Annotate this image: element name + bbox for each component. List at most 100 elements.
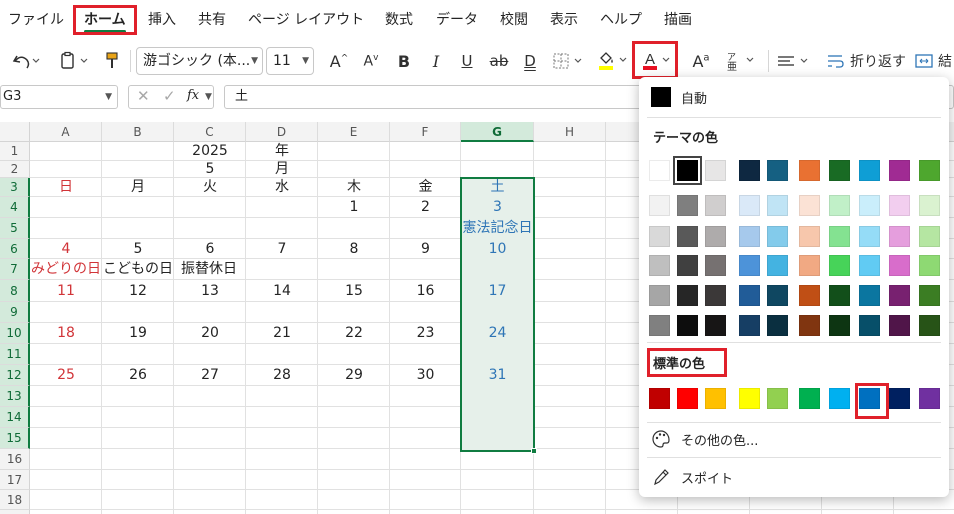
paste-button[interactable] — [54, 48, 94, 74]
automatic-color-item[interactable]: 自動 — [651, 87, 707, 107]
theme-shade-swatch[interactable] — [649, 195, 670, 216]
standard-color-swatch[interactable] — [889, 388, 910, 409]
theme-color-swatch[interactable] — [739, 160, 760, 181]
cell-f8[interactable]: 16 — [390, 280, 461, 302]
theme-shade-swatch[interactable] — [919, 255, 940, 276]
cell-b6[interactable]: 5 — [102, 239, 174, 259]
menu-page-layout[interactable]: ページ レイアウト — [248, 8, 364, 34]
standard-color-swatch[interactable] — [739, 388, 760, 409]
row-header-10[interactable]: 10 — [0, 323, 30, 344]
menu-home[interactable]: ホーム — [75, 8, 135, 34]
strikethrough-button[interactable]: ab — [486, 48, 512, 74]
bold-button[interactable]: B — [392, 48, 416, 74]
fill-handle[interactable] — [531, 448, 537, 454]
cell-c1[interactable]: 2025 — [174, 142, 246, 161]
cell-f4[interactable]: 2 — [390, 197, 461, 218]
row-header-16[interactable]: 16 — [0, 449, 30, 470]
cell-d1[interactable]: 年 — [246, 142, 318, 161]
column-header-g[interactable]: G — [461, 122, 534, 142]
row-header-5[interactable]: 5 — [0, 218, 30, 239]
menu-file[interactable]: ファイル — [8, 8, 64, 34]
cell-a3[interactable]: 日 — [30, 178, 102, 197]
font-color-button[interactable]: A — [638, 48, 674, 74]
name-box[interactable]: G3 ▼ — [0, 85, 118, 109]
cell-e10[interactable]: 22 — [318, 323, 390, 344]
cell-c7[interactable]: 振替休日 — [174, 259, 246, 280]
theme-shade-swatch[interactable] — [767, 315, 788, 336]
row-header-18[interactable]: 18 — [0, 490, 30, 510]
theme-shade-swatch[interactable] — [919, 315, 940, 336]
select-all-corner[interactable] — [0, 122, 30, 142]
theme-shade-swatch[interactable] — [829, 226, 850, 247]
theme-shade-swatch[interactable] — [799, 255, 820, 276]
column-header-e[interactable]: E — [318, 122, 390, 142]
cell-c10[interactable]: 20 — [174, 323, 246, 344]
fill-color-button[interactable] — [596, 48, 634, 74]
cell-e6[interactable]: 8 — [318, 239, 390, 259]
cell-c8[interactable]: 13 — [174, 280, 246, 302]
row-header-12[interactable]: 12 — [0, 365, 30, 386]
standard-color-swatch[interactable] — [705, 388, 726, 409]
format-painter-button[interactable] — [100, 48, 124, 74]
phonetic-button[interactable]: ア亜 — [722, 48, 762, 74]
cell-f6[interactable]: 9 — [390, 239, 461, 259]
column-header-c[interactable]: C — [174, 122, 246, 142]
cell-e3[interactable]: 木 — [318, 178, 390, 197]
row-header-13[interactable]: 13 — [0, 386, 30, 407]
superscript-style-button[interactable]: Aa — [688, 48, 714, 74]
cell-b12[interactable]: 26 — [102, 365, 174, 386]
cell-a7[interactable]: みどりの日 — [30, 259, 102, 280]
row-header-14[interactable]: 14 — [0, 407, 30, 428]
cell-d10[interactable]: 21 — [246, 323, 318, 344]
theme-shade-swatch[interactable] — [677, 255, 698, 276]
cell-c2[interactable]: 5 — [174, 161, 246, 178]
more-colors-item[interactable]: その他の色... — [651, 429, 758, 449]
theme-shade-swatch[interactable] — [677, 226, 698, 247]
row-header-19[interactable]: 19 — [0, 510, 30, 514]
theme-color-swatch[interactable] — [829, 160, 850, 181]
cell-f10[interactable]: 23 — [390, 323, 461, 344]
eyedropper-item[interactable]: スポイト — [651, 467, 733, 487]
row-header-4[interactable]: 4 — [0, 197, 30, 218]
menu-formulas[interactable]: 数式 — [385, 8, 413, 34]
cell-a8[interactable]: 11 — [30, 280, 102, 302]
row-header-11[interactable]: 11 — [0, 344, 30, 365]
cell-c6[interactable]: 6 — [174, 239, 246, 259]
theme-shade-swatch[interactable] — [739, 255, 760, 276]
merge-button[interactable]: 結 — [914, 48, 954, 74]
cell-d6[interactable]: 7 — [246, 239, 318, 259]
row-header-8[interactable]: 8 — [0, 280, 30, 302]
cell-c12[interactable]: 27 — [174, 365, 246, 386]
increase-font-size-button[interactable]: A^ — [326, 48, 352, 74]
theme-shade-swatch[interactable] — [799, 315, 820, 336]
standard-color-swatch[interactable] — [919, 388, 940, 409]
theme-shade-swatch[interactable] — [889, 285, 910, 306]
theme-shade-swatch[interactable] — [739, 285, 760, 306]
cancel-icon[interactable]: ✕ — [137, 87, 150, 105]
align-button[interactable] — [774, 48, 816, 74]
theme-color-swatch[interactable] — [767, 160, 788, 181]
cell-f3[interactable]: 金 — [390, 178, 461, 197]
column-header-d[interactable]: D — [246, 122, 318, 142]
cell-b10[interactable]: 19 — [102, 323, 174, 344]
theme-shade-swatch[interactable] — [705, 285, 726, 306]
row-header-2[interactable]: 2 — [0, 161, 30, 178]
standard-color-swatch[interactable] — [829, 388, 850, 409]
theme-shade-swatch[interactable] — [649, 255, 670, 276]
menu-help[interactable]: ヘルプ — [600, 8, 642, 34]
theme-shade-swatch[interactable] — [767, 255, 788, 276]
theme-shade-swatch[interactable] — [829, 255, 850, 276]
borders-button[interactable] — [550, 48, 590, 74]
decrease-font-size-button[interactable]: Av — [358, 48, 384, 74]
column-header-f[interactable]: F — [390, 122, 461, 142]
column-header-h[interactable]: H — [534, 122, 606, 142]
cell-b3[interactable]: 月 — [102, 178, 174, 197]
theme-color-swatch[interactable] — [705, 160, 726, 181]
theme-shade-swatch[interactable] — [705, 255, 726, 276]
theme-shade-swatch[interactable] — [829, 315, 850, 336]
font-size-combo[interactable]: 11 ▼ — [266, 47, 314, 75]
cell-d3[interactable]: 水 — [246, 178, 318, 197]
theme-color-swatch[interactable] — [649, 160, 670, 181]
theme-color-swatch[interactable] — [859, 160, 880, 181]
theme-color-swatch[interactable] — [673, 156, 702, 185]
